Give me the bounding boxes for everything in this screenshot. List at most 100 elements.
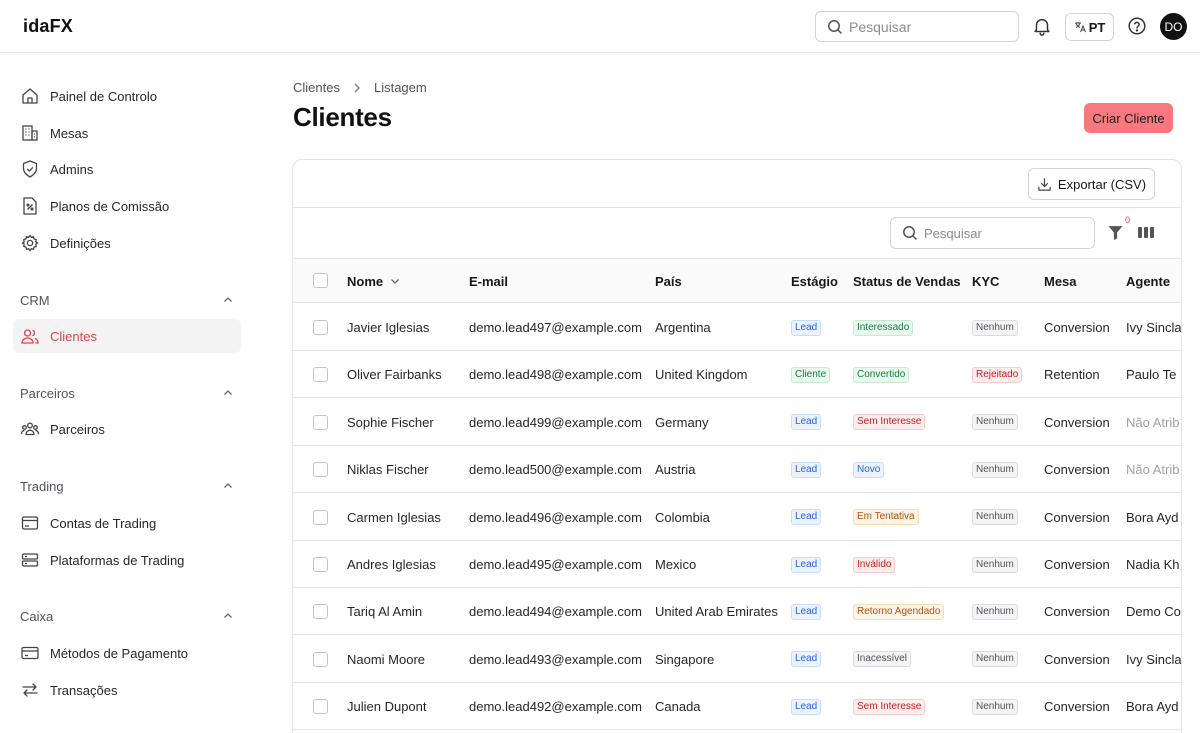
cell-sales-status: Inválido (853, 541, 896, 588)
cell-agent: Paulo Te (1126, 367, 1177, 383)
sidebar-item-settings[interactable]: Definições (13, 226, 241, 260)
filter-icon[interactable] (1107, 224, 1124, 241)
cell-agent: Ivy Sincla (1126, 320, 1182, 335)
table-row[interactable]: Sophie Fischer demo.lead499@example.com Ge… (293, 399, 1181, 446)
kyc-badge: Rejeitado (972, 366, 1023, 383)
cell-name[interactable]: Julien Dupont (347, 683, 427, 730)
row-checkbox[interactable] (313, 414, 328, 430)
stage-badge: Lead (791, 461, 822, 478)
cell-email: demo.lead492@example.com (469, 699, 642, 715)
cell-name[interactable]: Niklas Fischer (347, 446, 429, 493)
gear-icon (21, 234, 39, 252)
bell-icon[interactable] (1031, 15, 1053, 37)
cell-name[interactable]: Carmen Iglesias (347, 494, 441, 541)
page-title: Clientes (293, 102, 392, 132)
commission-file-icon (23, 197, 37, 215)
search-icon (828, 20, 843, 35)
cell-name[interactable]: Tariq Al Amin (347, 588, 422, 635)
column-header-sales-status[interactable]: Status de Vendas (853, 259, 961, 303)
cell-name[interactable]: Andres Iglesias (347, 541, 436, 588)
table-row[interactable]: Niklas Fischer demo.lead500@example.com Au… (293, 446, 1181, 494)
stage-badge: Lead (791, 698, 822, 715)
row-checkbox[interactable] (313, 699, 328, 715)
table-row[interactable]: Javier Iglesias demo.lead497@example.com A… (293, 304, 1182, 351)
section-header-trading[interactable]: Trading (20, 476, 234, 496)
sidebar-item-desks[interactable]: Mesas (13, 116, 241, 150)
cell-name[interactable]: Sophie Fischer (347, 399, 434, 446)
row-checkbox[interactable] (313, 462, 328, 478)
cell-kyc: Nenhum (972, 494, 1018, 541)
section-header-partners[interactable]: Parceiros (20, 383, 234, 403)
app-logo[interactable]: idaFX (23, 16, 73, 37)
sidebar-item-label: Definições (50, 235, 111, 251)
cell-agent: Não Atrib (1126, 414, 1180, 430)
row-checkbox[interactable] (313, 367, 328, 383)
table-row[interactable]: Carmen Iglesias demo.lead496@example.com C… (293, 494, 1181, 541)
columns-icon[interactable] (1137, 225, 1155, 240)
column-header-agent[interactable]: Agente (1126, 259, 1170, 303)
row-checkbox[interactable] (313, 604, 328, 620)
global-search-input[interactable] (849, 12, 1014, 41)
breadcrumb-clients[interactable]: Clientes (293, 80, 340, 95)
sidebar-item-trading-platforms[interactable]: Plataformas de Trading (13, 543, 241, 577)
cell-name[interactable]: Oliver Fairbanks (347, 351, 442, 398)
arrows-exchange-icon (22, 683, 38, 697)
sidebar-item-label: Admins (50, 161, 94, 177)
chevron-up-icon (224, 390, 232, 395)
section-title: Trading (20, 478, 64, 494)
user-avatar[interactable]: DO (1160, 13, 1187, 40)
search-icon (903, 226, 918, 241)
row-checkbox[interactable] (313, 651, 328, 667)
cell-name[interactable]: Javier Iglesias (347, 304, 429, 351)
column-header-desk[interactable]: Mesa (1044, 259, 1077, 303)
chevron-up-icon (224, 483, 232, 488)
column-header-kyc[interactable]: KYC (972, 259, 999, 303)
export-csv-button[interactable]: Exportar (CSV) (1028, 168, 1155, 200)
cell-desk: Conversion (1044, 509, 1110, 525)
cell-country: Germany (655, 414, 709, 430)
sidebar-item-partners[interactable]: Parceiros (13, 412, 241, 446)
select-all-checkbox[interactable] (313, 273, 328, 288)
section-header-cashier[interactable]: Caixa (20, 606, 234, 626)
clients-table-card: Exportar (CSV) 0 Nome E-mail País Estági… (292, 159, 1182, 733)
top-bar: idaFX PT DO (0, 0, 1200, 53)
table-row[interactable]: Oliver Fairbanks demo.lead498@example.com… (293, 351, 1181, 399)
users-icon (21, 329, 39, 344)
column-header-email[interactable]: E-mail (469, 259, 508, 303)
cell-name[interactable]: Naomi Moore (347, 636, 425, 683)
trading-account-icon (21, 516, 39, 530)
column-header-name[interactable]: Nome (347, 259, 401, 303)
sidebar-item-dashboard[interactable]: Painel de Controlo (13, 79, 241, 113)
row-checkbox[interactable] (313, 557, 328, 572)
cell-email: demo.lead495@example.com (469, 557, 642, 572)
sidebar-item-admins[interactable]: Admins (13, 152, 241, 186)
cell-sales-status: Inacessível (853, 636, 912, 683)
table-row[interactable]: Andres Iglesias demo.lead495@example.com M… (293, 541, 1181, 588)
table-search-input[interactable] (924, 218, 1089, 248)
cell-kyc: Nenhum (972, 588, 1018, 635)
row-checkbox[interactable] (313, 320, 328, 335)
language-button[interactable]: PT (1065, 13, 1114, 41)
cell-desk: Conversion (1044, 557, 1110, 572)
kyc-badge: Nenhum (972, 698, 1018, 715)
sidebar-item-commission-plans[interactable]: Planos de Comissão (13, 189, 241, 223)
sidebar-item-payment-methods[interactable]: Métodos de Pagamento (13, 636, 241, 670)
sidebar-item-trading-accounts[interactable]: Contas de Trading (13, 506, 241, 540)
stage-badge: Lead (791, 319, 822, 336)
global-search[interactable] (815, 11, 1019, 42)
column-header-country[interactable]: País (655, 259, 682, 303)
table-search[interactable] (890, 217, 1095, 249)
translate-icon (1074, 22, 1086, 33)
table-row[interactable]: Tariq Al Amin demo.lead494@example.com Uni… (293, 588, 1181, 636)
column-header-stage[interactable]: Estágio (791, 259, 838, 303)
table-row[interactable]: Julien Dupont demo.lead492@example.com Can… (293, 683, 1181, 731)
help-icon[interactable] (1126, 15, 1148, 37)
sidebar-item-clients[interactable]: Clientes (13, 319, 241, 353)
create-client-button[interactable]: Criar Cliente (1084, 103, 1173, 133)
table-row[interactable]: Naomi Moore demo.lead493@example.com Singa… (293, 636, 1181, 683)
sidebar-item-transactions[interactable]: Transações (13, 673, 241, 707)
cell-sales-status: Retorno Agendado (853, 588, 945, 635)
section-header-crm[interactable]: CRM (20, 290, 234, 310)
row-checkbox[interactable] (313, 509, 328, 525)
cell-email: demo.lead493@example.com (469, 651, 642, 667)
